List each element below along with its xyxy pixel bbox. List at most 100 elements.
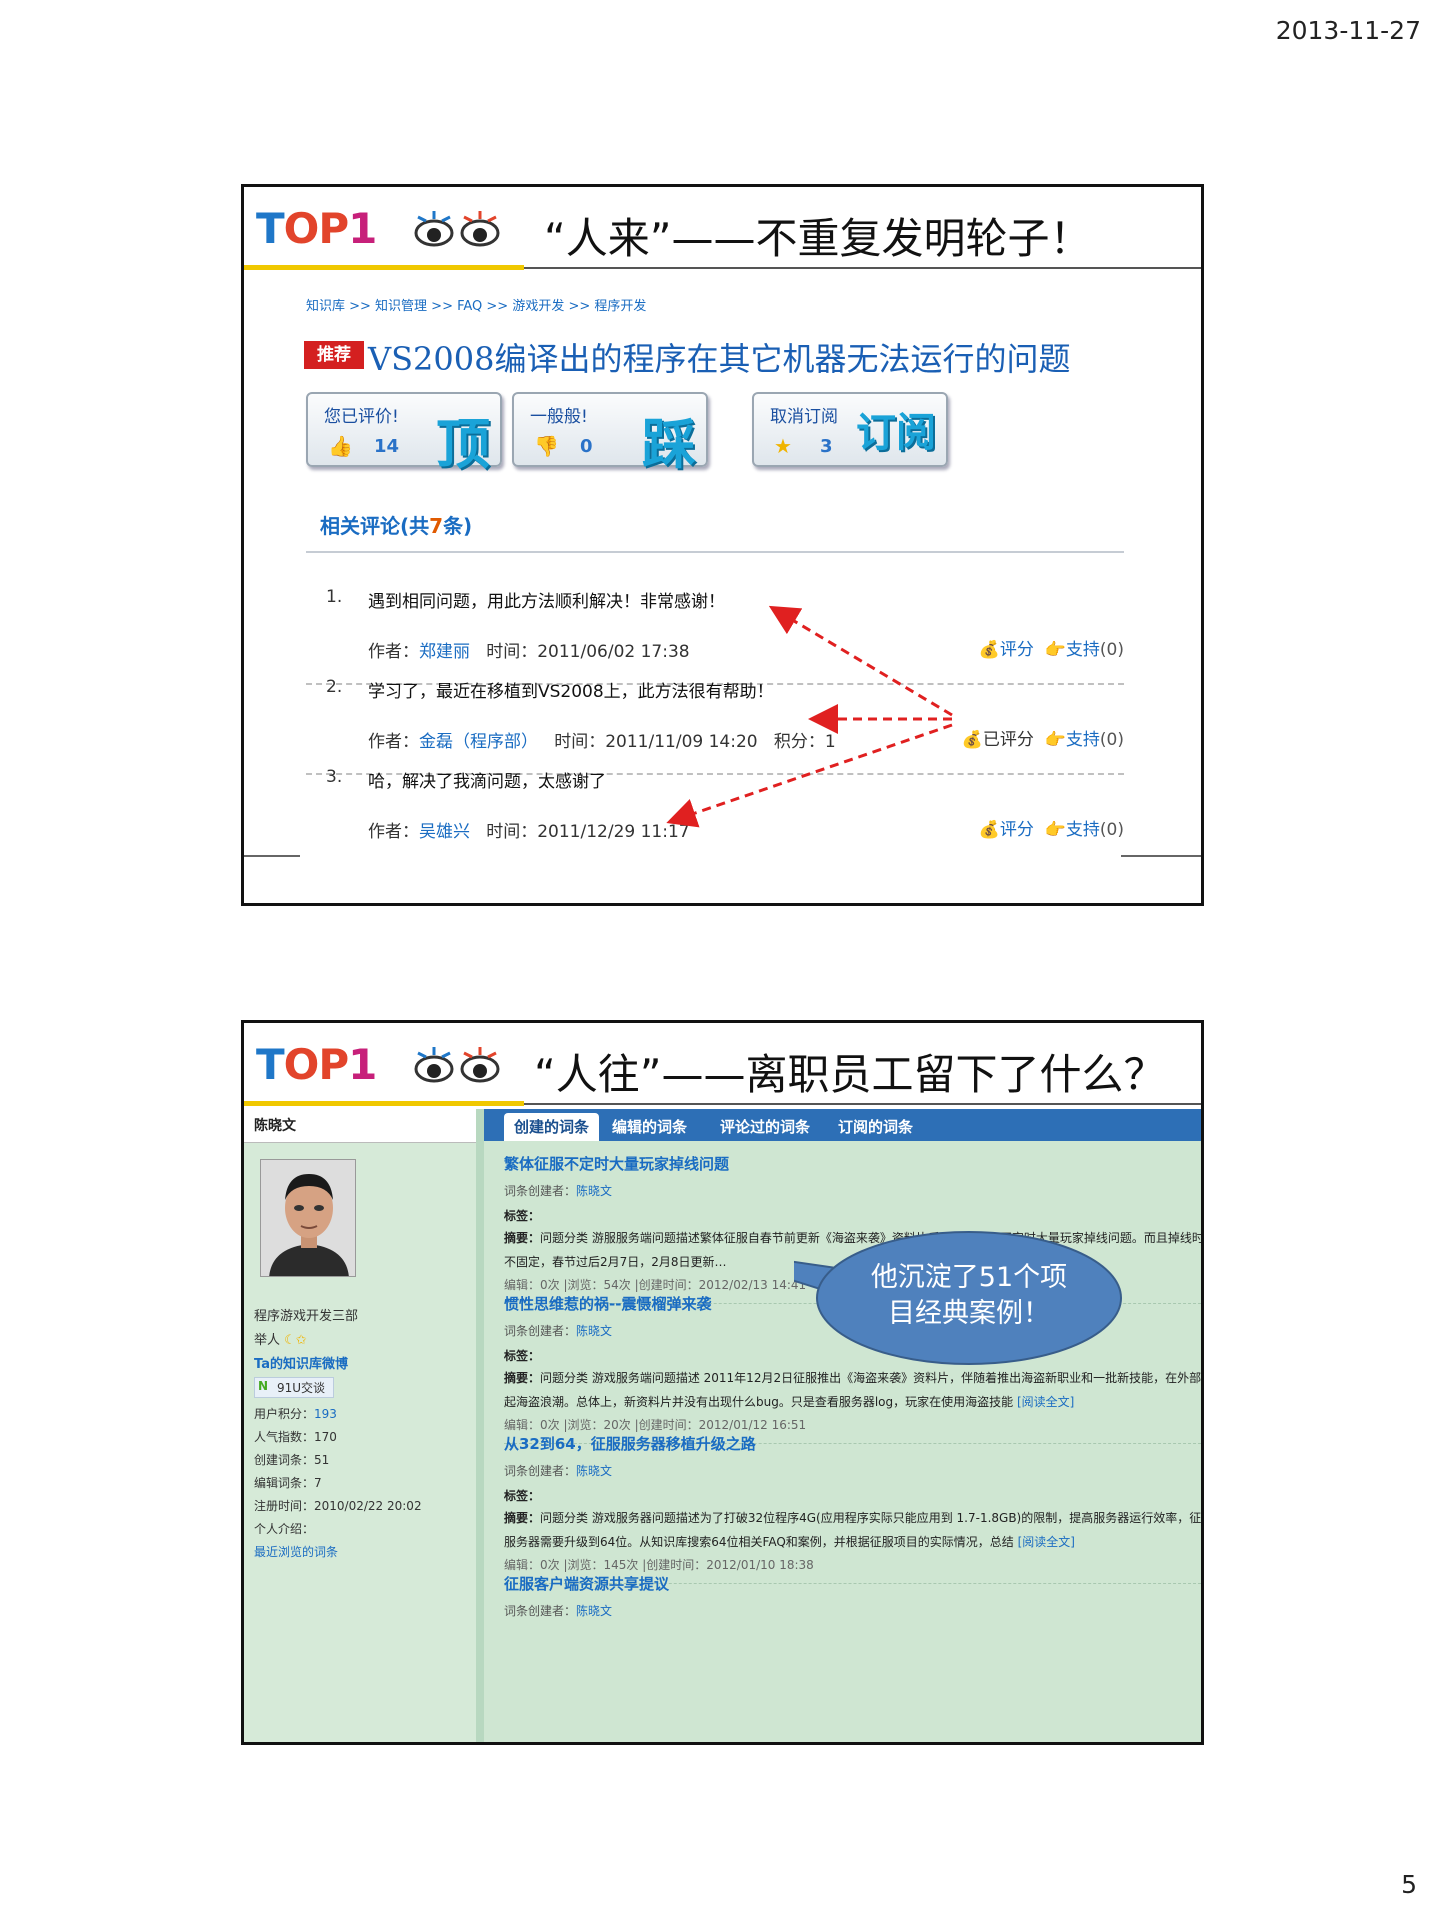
support-link[interactable]: 支持 [1066, 640, 1100, 660]
slide-2: TOP1 “人往”——离职员工留下了什么？ 陈晓文 程序游戏开发三部 举人 ☾✩… [241, 1020, 1204, 1745]
subscribe-button[interactable]: 取消订阅 ★ 3 订阅 [752, 392, 948, 467]
comment-text: 学习了，最近在移植到VS2008上，此方法很有帮助！ [368, 682, 774, 702]
vote-down-label: 一般般! [530, 407, 588, 427]
recommend-badge: 推荐 [304, 341, 364, 369]
hand-icon: 👉 [1044, 730, 1066, 750]
creator-link[interactable]: 陈晓文 [576, 1184, 612, 1198]
entry-creator: 词条创建者：陈晓文 [504, 1604, 613, 1618]
tab-created[interactable]: 创建的词条 [504, 1113, 600, 1141]
comment-meta: 作者：金磊（程序部） 时间：2011/11/09 14:20 积分：1 [368, 732, 836, 752]
coins-icon: 💰 [978, 640, 1000, 660]
comment-author-link[interactable]: 金磊（程序部） [419, 732, 538, 752]
profile-field: 人气指数：170 [254, 1430, 337, 1444]
vote-up-label: 您已评价! [324, 407, 399, 427]
creator-link[interactable]: 陈晓文 [576, 1604, 612, 1618]
chat-91u-button[interactable]: N 91U交谈 [254, 1377, 335, 1398]
tab-commented[interactable]: 评论过的词条 [710, 1113, 820, 1141]
top100-logo: TOP1 [256, 1040, 377, 1089]
subscribe-big-text: 订阅 [856, 410, 936, 456]
header-rule-gray [524, 1103, 1201, 1105]
support-link[interactable]: 支持 [1066, 730, 1100, 750]
star-icon: ★ [774, 434, 792, 458]
entry-tags: 标签： [504, 1489, 541, 1503]
comment-author-link[interactable]: 吴雄兴 [419, 822, 470, 842]
hand-icon: 👉 [1044, 640, 1066, 660]
comment-text: 哈，解决了我滴问题，太感谢了 [368, 772, 606, 792]
header-rule-gray [524, 267, 1201, 269]
entry-summary: 摘要：问题分类 游戏服务器问题描述为了打破32位程序4G(应用程序实际只能应用到… [504, 1511, 1204, 1549]
comment-text: 遇到相同问题，用此方法顺利解决！非常感谢！ [368, 592, 725, 612]
page-number: 5 [1401, 1870, 1417, 1899]
nd-icon: N [258, 1379, 269, 1393]
comment-author-link[interactable]: 郑建丽 [419, 642, 470, 662]
tab-subscribed[interactable]: 订阅的词条 [828, 1113, 923, 1141]
section-divider [306, 551, 1124, 553]
subscribe-count: 3 [820, 436, 833, 457]
read-more-link[interactable]: [阅读全文] [1017, 1395, 1074, 1409]
callout-line-2: 目经典案例！ [888, 1298, 1050, 1329]
vote-down-count: 0 [580, 436, 593, 457]
slide-header: TOP1 “人往”——离职员工留下了什么？ [244, 1023, 1201, 1107]
thumbs-down-icon: 👎 [534, 434, 559, 458]
slide-title: “人来”——不重复发明轮子！ [544, 214, 1092, 263]
entry-item: 征服客户端资源共享提议 词条创建者：陈晓文 [504, 1573, 1201, 1619]
slide-1: TOP1 “人来”——不重复发明轮子！ 知识库 >> 知识管理 >> FAQ >… [241, 184, 1204, 906]
entry-stats: 编辑：0次 |浏览：145次 |创建时间：2012/01/10 18:38 [504, 1558, 814, 1572]
top100-logo: TOP1 [256, 204, 377, 253]
comment-actions: 💰已评分 👉支持(0) [961, 730, 1124, 750]
read-more-link[interactable]: [阅读全文] [1018, 1535, 1075, 1549]
rated-label: 已评分 [982, 730, 1034, 750]
profile-photo [260, 1159, 356, 1277]
vote-down-big-text: 踩 [642, 413, 696, 476]
question-title: VS2008编译出的程序在其它机器无法运行的问题 [368, 340, 1071, 378]
entry-summary: 摘要：问题分类 游戏服务端问题描述 2011年12月2日征服推出《海盗来袭》资料… [504, 1371, 1204, 1409]
subscribe-label: 取消订阅 [770, 407, 838, 427]
slide-header: TOP1 “人来”——不重复发明轮子！ [244, 187, 1201, 271]
tab-edited[interactable]: 编辑的词条 [602, 1113, 697, 1141]
profile-field: 创建词条：51 [254, 1453, 330, 1467]
thumbs-up-icon: 👍 [328, 434, 353, 458]
coins-icon: 💰 [961, 730, 983, 750]
profile-field: 编辑词条：7 [254, 1476, 322, 1490]
vote-up-button[interactable]: 您已评价! 👍 14 顶 [306, 392, 502, 476]
callout-bubble: 他沉淀了51个项 目经典案例！ [794, 1228, 1124, 1368]
recent-viewed-link[interactable]: 最近浏览的词条 [254, 1543, 338, 1560]
page-date: 2013-11-27 [1275, 16, 1421, 45]
kb-weibo-link[interactable]: Ta的知识库微博 [254, 1353, 348, 1372]
profile-field: 个人介绍： [254, 1522, 315, 1536]
entry-tabs: 创建的词条 编辑的词条 评论过的词条 订阅的词条 [484, 1109, 1201, 1141]
entry-tags: 标签： [504, 1209, 541, 1223]
rate-link[interactable]: 评分 [1000, 820, 1034, 840]
vote-up-count: 14 [374, 436, 400, 457]
entry-title-link[interactable]: 繁体征服不定时大量玩家掉线问题 [504, 1153, 1201, 1174]
callout-line-1: 他沉淀了51个项 [870, 1262, 1068, 1293]
profile-field: 用户积分：193 [254, 1407, 337, 1421]
entry-title-link[interactable]: 从32到64，征服服务器移植升级之路 [504, 1433, 1201, 1454]
support-link[interactable]: 支持 [1066, 820, 1100, 840]
comment-actions: 💰评分 👉支持(0) [978, 640, 1124, 660]
profile-name: 陈晓文 [244, 1109, 476, 1143]
hand-icon: 👉 [1044, 820, 1066, 840]
entry-creator: 词条创建者：陈晓文 [504, 1464, 613, 1478]
profile-field: 注册时间：2010/02/22 20:02 [254, 1499, 422, 1513]
breadcrumb[interactable]: 知识库 >> 知识管理 >> FAQ >> 游戏开发 >> 程序开发 [306, 295, 646, 314]
profile-dept: 程序游戏开发三部 [254, 1309, 359, 1324]
vote-up-big-text: 顶 [436, 413, 490, 476]
slide-title: “人往”——离职员工留下了什么？ [534, 1050, 1166, 1099]
creator-link[interactable]: 陈晓文 [576, 1324, 612, 1338]
comments-heading: 相关评论(共7条) [320, 514, 473, 538]
comment-meta: 作者：吴雄兴 时间：2011/12/29 11:17 [368, 822, 690, 842]
eyes-logo-icon [414, 211, 500, 247]
creator-link[interactable]: 陈晓文 [576, 1464, 612, 1478]
entries-panel: 创建的词条 编辑的词条 评论过的词条 订阅的词条 繁体征服不定时大量玩家掉线问题… [476, 1109, 1201, 1742]
coins-icon: 💰 [978, 820, 1000, 840]
header-rule-yellow [244, 1101, 524, 1106]
eyes-logo-icon [414, 1047, 500, 1083]
entry-title-link[interactable]: 征服客户端资源共享提议 [504, 1573, 1201, 1594]
vote-down-button[interactable]: 一般般! 👎 0 踩 [512, 392, 708, 476]
entry-item: 从32到64，征服服务器移植升级之路 词条创建者：陈晓文 标签： 摘要：问题分类… [504, 1433, 1201, 1584]
entry-creator: 词条创建者：陈晓文 [504, 1184, 613, 1198]
profile-rank: 举人 ☾✩ [254, 1333, 307, 1348]
comment-actions: 💰评分 👉支持(0) [978, 820, 1124, 840]
rate-link[interactable]: 评分 [1000, 640, 1034, 660]
